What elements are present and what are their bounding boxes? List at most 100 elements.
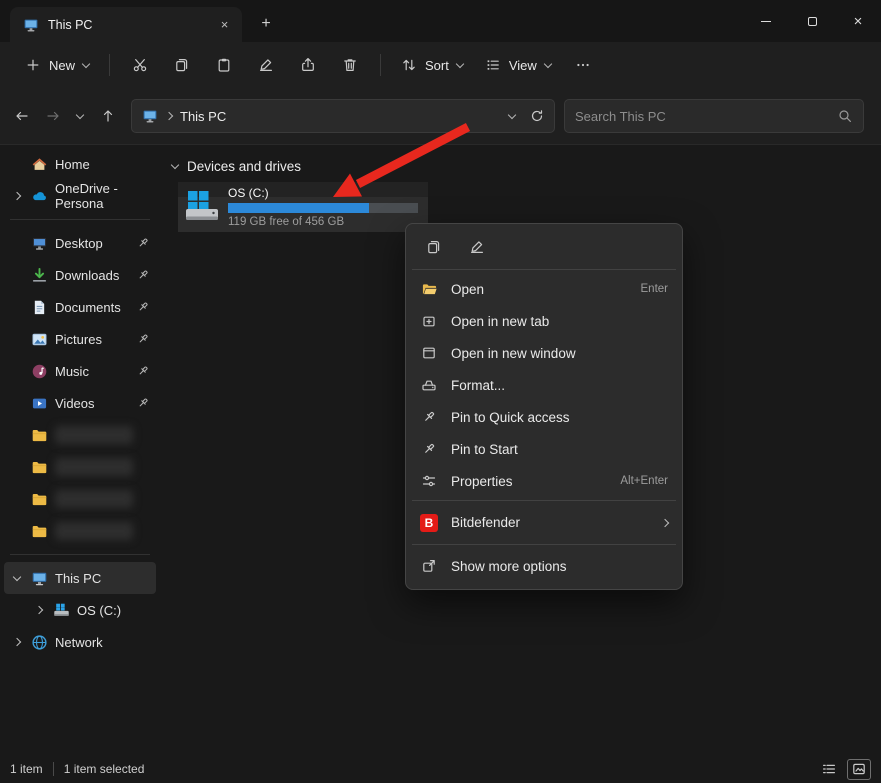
menu-item-bitdefender[interactable]: B Bitdefender: [410, 504, 678, 541]
redacted-label: [55, 458, 133, 476]
arrow-left-icon: [14, 108, 30, 124]
forward-button[interactable]: [37, 101, 68, 132]
network-globe-icon: [31, 634, 48, 651]
new-window-icon: [420, 344, 438, 362]
menu-item-open[interactable]: Open Enter: [410, 273, 678, 305]
address-dropdown-icon[interactable]: [508, 110, 516, 118]
new-tab-button[interactable]: +: [252, 10, 280, 38]
more-options-button[interactable]: [562, 47, 604, 83]
sidebar-item-folder[interactable]: [4, 451, 156, 483]
new-button[interactable]: New: [14, 49, 100, 81]
menu-item-open-new-window[interactable]: Open in new window: [410, 337, 678, 369]
breadcrumb[interactable]: This PC: [180, 109, 226, 124]
refresh-button[interactable]: [529, 108, 545, 124]
address-row: This PC: [0, 88, 881, 145]
pin-icon: [136, 268, 150, 282]
menu-item-label: Open in new window: [451, 346, 576, 361]
chevron-right-icon[interactable]: [13, 192, 21, 200]
menu-item-pin-to-start[interactable]: Pin to Start: [410, 433, 678, 465]
sort-button-label: Sort: [425, 58, 449, 73]
redacted-label: [55, 522, 133, 540]
arrow-up-icon: [100, 108, 116, 124]
chevron-right-icon[interactable]: [13, 638, 21, 646]
chevron-down-icon: [544, 59, 552, 67]
sidebar-item-this-pc[interactable]: This PC: [4, 562, 156, 594]
file-explorer-window: This PC × + × New: [0, 0, 881, 783]
chevron-down-icon[interactable]: [171, 161, 179, 169]
copy-button[interactable]: [161, 47, 203, 83]
folder-icon: [31, 491, 48, 508]
sidebar-item-onedrive[interactable]: OneDrive - Persona: [4, 180, 156, 212]
address-bar[interactable]: This PC: [131, 99, 555, 133]
onedrive-cloud-icon: [31, 188, 48, 205]
cut-button[interactable]: [119, 47, 161, 83]
up-button[interactable]: [92, 101, 123, 132]
copy-icon: [174, 57, 190, 73]
sidebar-item-label: Music: [55, 364, 89, 379]
section-devices-and-drives[interactable]: Devices and drives: [170, 159, 881, 174]
chevron-right-icon[interactable]: [35, 606, 43, 614]
sidebar-item-videos[interactable]: Videos: [4, 387, 156, 419]
desktop-icon: [31, 235, 48, 252]
chevron-down-icon[interactable]: [13, 572, 21, 580]
sidebar-item-home[interactable]: Home: [4, 148, 156, 180]
drive-name: OS (C:): [228, 186, 418, 200]
maximize-button[interactable]: [789, 0, 835, 42]
pin-icon: [136, 300, 150, 314]
videos-icon: [31, 395, 48, 412]
sidebar-item-documents[interactable]: Documents: [4, 291, 156, 323]
menu-item-show-more-options[interactable]: Show more options: [410, 548, 678, 585]
menu-divider: [412, 544, 676, 545]
folder-icon: [31, 427, 48, 444]
sidebar-item-network[interactable]: Network: [4, 626, 156, 658]
refresh-icon: [529, 108, 545, 124]
view-button[interactable]: View: [474, 49, 562, 81]
tab-close-icon[interactable]: ×: [215, 15, 234, 34]
minimize-button[interactable]: [743, 0, 789, 42]
pin-icon: [136, 332, 150, 346]
share-button[interactable]: [287, 47, 329, 83]
rename-button[interactable]: [245, 47, 287, 83]
menu-item-open-new-tab[interactable]: Open in new tab: [410, 305, 678, 337]
rename-icon: [258, 57, 274, 73]
menu-item-pin-quick-access[interactable]: Pin to Quick access: [410, 401, 678, 433]
sidebar-item-label: Videos: [55, 396, 95, 411]
thumbnail-view-icon: [851, 761, 867, 777]
sidebar-item-os-drive[interactable]: OS (C:): [4, 594, 156, 626]
menu-item-label: Open: [451, 282, 484, 297]
sidebar-item-folder[interactable]: [4, 419, 156, 451]
sidebar-item-music[interactable]: Music: [4, 355, 156, 387]
rename-icon: [469, 239, 486, 256]
sidebar-item-label: Downloads: [55, 268, 119, 283]
close-button[interactable]: ×: [835, 0, 881, 42]
copy-button[interactable]: [426, 239, 443, 256]
menu-item-properties[interactable]: Properties Alt+Enter: [410, 465, 678, 497]
large-icons-view-button[interactable]: [847, 759, 871, 780]
documents-icon: [31, 299, 48, 316]
search-input[interactable]: [575, 109, 829, 124]
context-menu: Open Enter Open in new tab Open in new w…: [405, 223, 683, 590]
chevron-down-icon: [76, 110, 84, 118]
sidebar-item-folder[interactable]: [4, 515, 156, 547]
sidebar-item-pictures[interactable]: Pictures: [4, 323, 156, 355]
paste-button[interactable]: [203, 47, 245, 83]
window-controls: ×: [743, 0, 881, 42]
delete-button[interactable]: [329, 47, 371, 83]
minimize-icon: [761, 21, 771, 22]
sidebar-item-downloads[interactable]: Downloads: [4, 259, 156, 291]
downloads-icon: [31, 267, 48, 284]
titlebar: This PC × + ×: [0, 0, 881, 42]
details-view-button[interactable]: [817, 759, 841, 780]
drive-item-os-c[interactable]: OS (C:) 119 GB free of 456 GB: [178, 182, 428, 232]
sidebar-item-desktop[interactable]: Desktop: [4, 227, 156, 259]
sort-button[interactable]: Sort: [390, 49, 474, 81]
rename-button[interactable]: [469, 239, 486, 256]
menu-item-format[interactable]: Format...: [410, 369, 678, 401]
search-box[interactable]: [564, 99, 864, 133]
command-bar: New Sort View: [0, 42, 881, 88]
tab-this-pc[interactable]: This PC ×: [10, 7, 242, 42]
back-button[interactable]: [6, 101, 37, 132]
history-dropdown-button[interactable]: [68, 101, 92, 132]
menu-item-label: Properties: [451, 474, 513, 489]
sidebar-item-folder[interactable]: [4, 483, 156, 515]
